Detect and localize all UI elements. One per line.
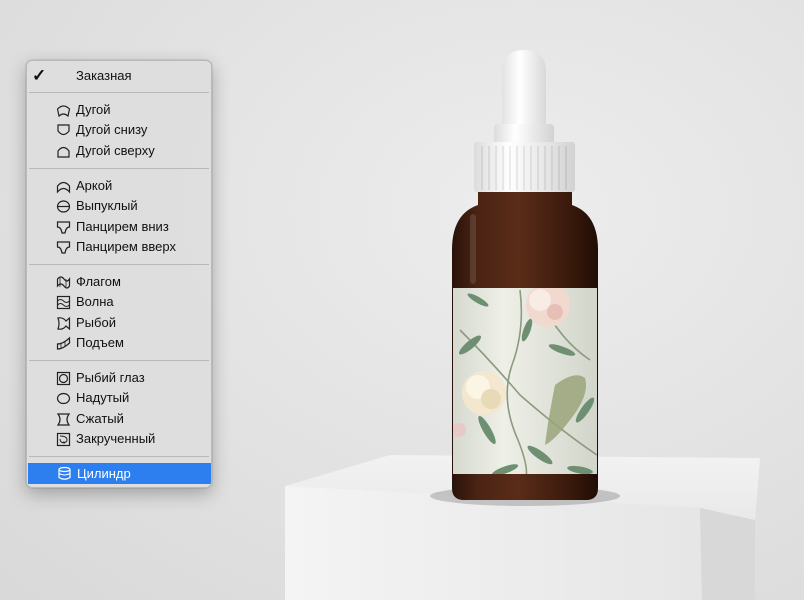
menu-item-inflate[interactable]: Надутый [27,388,211,408]
menu-item-shell-upper[interactable]: Панцирем вверх [27,237,211,257]
menu-item-arc[interactable]: Дугой [27,100,211,120]
menu-item-twist[interactable]: Закрученный [27,429,211,449]
menu-item-rise[interactable]: Подъем [27,333,211,353]
menu-separator [29,456,209,457]
fisheye-icon [56,371,71,386]
menu-separator [29,168,209,169]
bulge-icon [56,200,71,213]
inflate-icon [56,392,71,405]
flower-cream [462,371,506,415]
squeeze-icon [56,413,71,426]
menu-item-arc-upper[interactable]: Дугой сверху [27,141,211,161]
menu-item-squeeze[interactable]: Сжатый [27,409,211,429]
menu-item-fisheye[interactable]: Рыбий глаз [27,368,211,388]
arc-lower-icon [57,124,70,136]
menu-item-shell-lower[interactable]: Панцирем вниз [27,217,211,237]
shell-upper-icon [56,241,71,254]
menu-item-custom[interactable]: ✓ Заказная [27,66,211,86]
menu-item-arc-lower[interactable]: Дугой снизу [27,120,211,140]
arch-icon [56,181,71,194]
menu-item-flag[interactable]: Флагом [27,272,211,292]
wave-icon [56,295,71,310]
checkmark-icon: ✓ [32,66,47,85]
rise-icon [56,336,71,350]
menu-item-fish[interactable]: Рыбой [27,313,211,333]
cylinder-icon [58,466,71,480]
arc-icon [56,105,71,118]
menu-item-cylinder[interactable]: Цилиндр [28,463,211,484]
arc-upper-icon [57,146,70,158]
warp-style-menu: ✓ Заказная Дугой Дугой снизу Дугой сверх… [26,60,212,488]
menu-item-wave[interactable]: Волна [27,292,211,312]
twist-icon [56,432,71,447]
fish-icon [57,316,71,331]
shell-lower-icon [56,221,71,234]
flower-pink [526,288,570,327]
menu-separator [29,264,209,265]
menu-separator [29,92,209,93]
menu-separator [29,360,209,361]
flag-icon [56,276,71,289]
menu-item-arch[interactable]: Аркой [27,176,211,196]
menu-item-bulge[interactable]: Выпуклый [27,196,211,216]
